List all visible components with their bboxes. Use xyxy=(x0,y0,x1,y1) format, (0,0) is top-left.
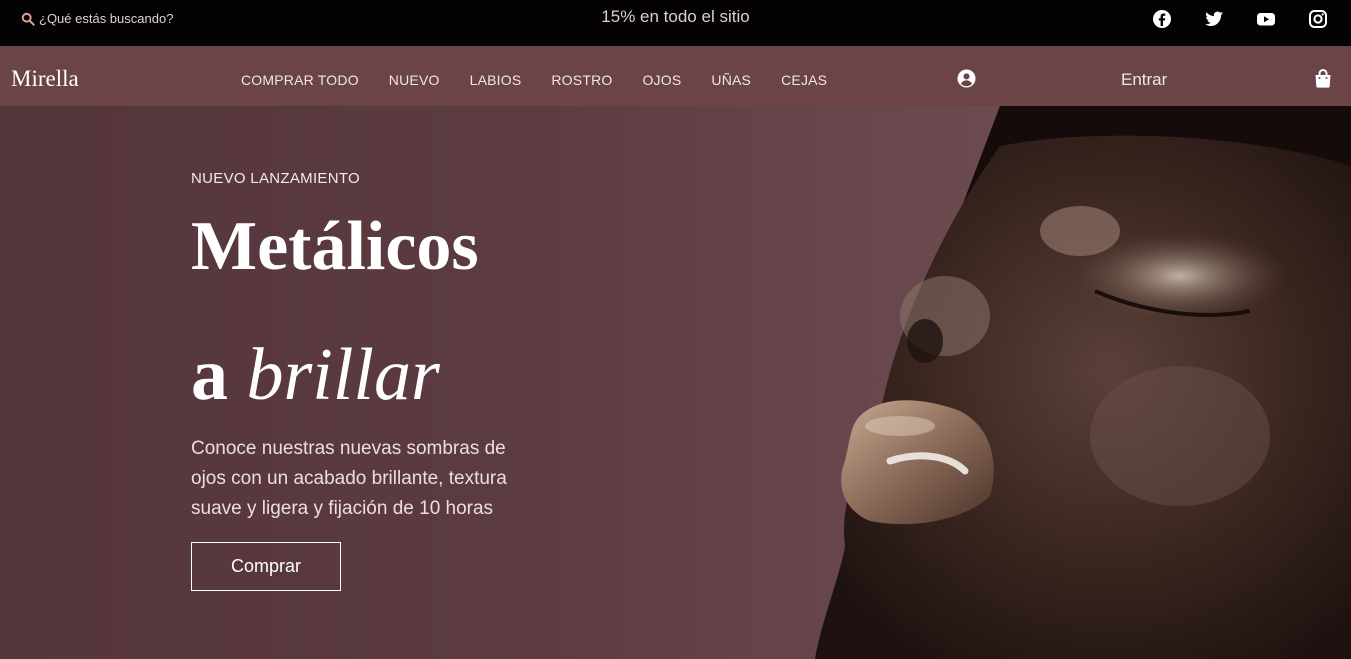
hero-eyebrow: NUEVO LANZAMIENTO xyxy=(191,170,361,187)
menu-item-nuevo[interactable]: NUEVO xyxy=(389,72,440,88)
youtube-icon[interactable] xyxy=(1256,9,1276,29)
login-link[interactable]: Entrar xyxy=(1121,70,1167,90)
hero-headline: Metálicos xyxy=(191,208,479,285)
promo-banner: 15% en todo el sitio xyxy=(0,7,1351,27)
menu-item-labios[interactable]: LABIOS xyxy=(470,72,522,88)
hero-description: Conoce nuestras nuevas sombras de ojos c… xyxy=(191,438,507,519)
search-bar[interactable]: ¿Qué estás buscando? xyxy=(21,11,173,26)
menu-item-unas[interactable]: UÑAS xyxy=(711,72,751,88)
hero-subheadline-word-a: a xyxy=(191,334,228,416)
menu-item-cejas[interactable]: CEJAS xyxy=(781,72,827,88)
menu-item-comprar-todo[interactable]: COMPRAR TODO xyxy=(241,72,359,88)
hero-subheadline: a brillar xyxy=(191,338,440,412)
search-input[interactable]: ¿Qué estás buscando? xyxy=(39,11,173,26)
promo-text: 15% en todo el sitio xyxy=(601,7,750,26)
menu-item-rostro[interactable]: ROSTRO xyxy=(551,72,612,88)
facebook-icon[interactable] xyxy=(1152,9,1172,29)
shopping-bag-icon[interactable] xyxy=(1314,68,1332,88)
shop-now-button[interactable]: Comprar xyxy=(191,542,341,591)
twitter-icon[interactable] xyxy=(1204,9,1224,29)
instagram-icon[interactable] xyxy=(1308,9,1328,29)
main-navigation: Mirella COMPRAR TODO NUEVO LABIOS ROSTRO… xyxy=(0,46,1351,106)
menu-item-ojos[interactable]: OJOS xyxy=(642,72,681,88)
search-icon xyxy=(21,12,35,26)
user-account-icon[interactable] xyxy=(957,69,976,88)
brand-logo[interactable]: Mirella xyxy=(11,66,79,92)
hero-banner: NUEVO LANZAMIENTO Metálicos a brillar Co… xyxy=(0,106,1351,659)
announcement-bar: ¿Qué estás buscando? 15% en todo el siti… xyxy=(0,0,1351,46)
hero-subheadline-word-brillar: brillar xyxy=(246,334,440,416)
category-menu: COMPRAR TODO NUEVO LABIOS ROSTRO OJOS UÑ… xyxy=(241,72,857,88)
